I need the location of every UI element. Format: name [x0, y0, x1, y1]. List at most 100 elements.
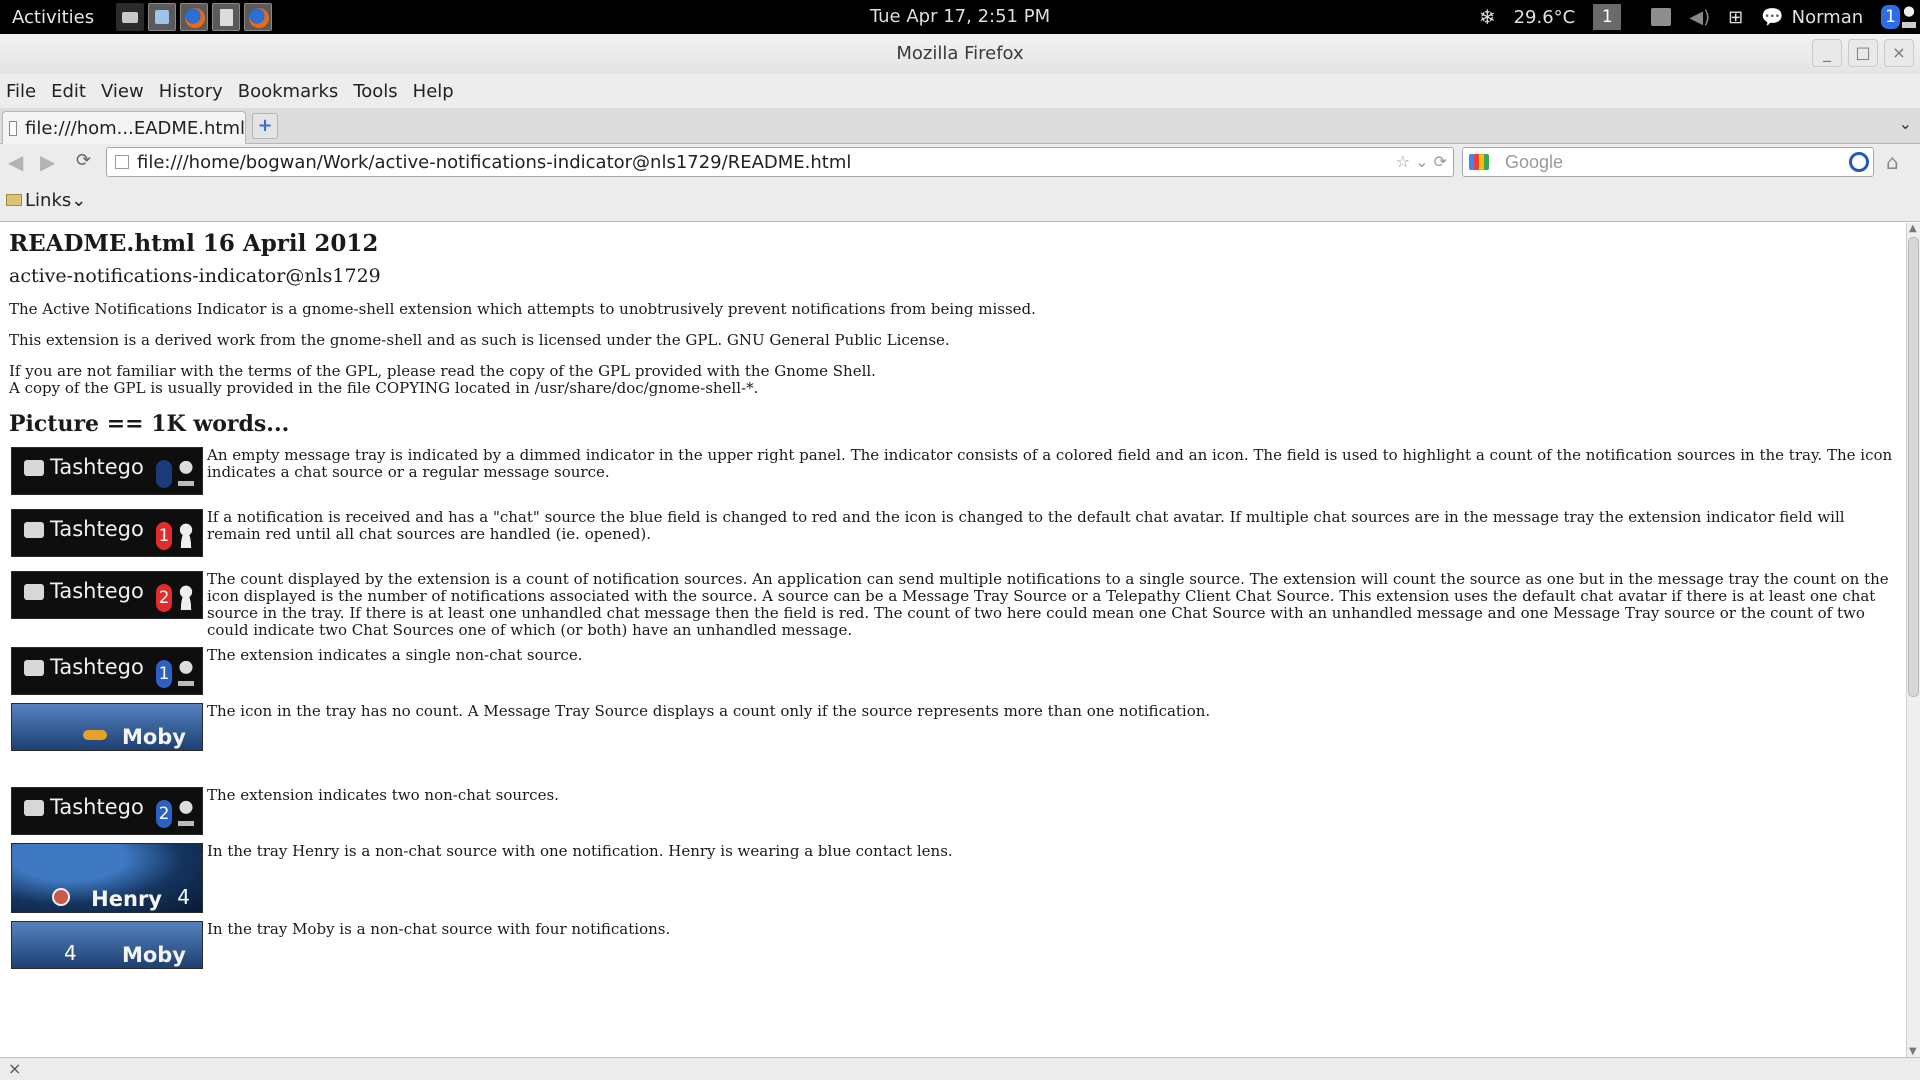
menu-tools[interactable]: Tools: [353, 81, 397, 102]
menu-view[interactable]: View: [101, 81, 144, 102]
menu-edit[interactable]: Edit: [51, 81, 86, 102]
indicator-count: 2: [156, 800, 172, 828]
home-icon[interactable]: ⌂: [1886, 150, 1899, 174]
bookmark-folder-links[interactable]: Links⌄: [6, 190, 86, 211]
back-icon[interactable]: ◀: [8, 150, 23, 174]
firefox-taskbar-icon[interactable]: [180, 3, 209, 31]
weather-icon[interactable]: ❄: [1479, 5, 1496, 29]
fish-icon: [83, 730, 107, 740]
indicator-count: 1: [156, 660, 172, 688]
text-editor-taskbar-icon[interactable]: [212, 3, 241, 31]
bulb-icon: [178, 800, 194, 826]
scroll-down-icon[interactable]: ▼: [1909, 1046, 1917, 1057]
search-input[interactable]: [1505, 151, 1845, 173]
folder-icon: [1651, 8, 1672, 26]
menu-bookmarks[interactable]: Bookmarks: [238, 81, 339, 102]
activities-button[interactable]: Activities: [12, 7, 94, 28]
go-icon[interactable]: ⟳: [1434, 152, 1447, 171]
bookmarks-toolbar: Links⌄: [0, 180, 1920, 222]
search-icon[interactable]: [1849, 152, 1869, 172]
bookmark-folder-label: Links: [25, 190, 72, 211]
license-paragraph: This extension is a derived work from th…: [9, 331, 950, 349]
forward-icon[interactable]: ▶: [40, 150, 55, 174]
example-row: Tashtego 2 The count displayed by the ex…: [9, 571, 1896, 639]
page-icon: [9, 120, 18, 136]
close-addon-bar-icon[interactable]: ×: [8, 1059, 21, 1078]
temperature-readout[interactable]: 29.6°C: [1514, 7, 1576, 28]
indicator-field: [156, 460, 172, 488]
workspace-indicator[interactable]: 1: [1593, 4, 1622, 30]
folder-icon: [6, 194, 22, 206]
window-titlebar: Mozilla Firefox _ □ ×: [0, 34, 1920, 74]
places-icon[interactable]: [1651, 8, 1672, 26]
panel-status-area: ❄ 29.6°C 1 ◀) ⊞ 💬 Norman 1: [1479, 0, 1920, 34]
bookmark-star-icon[interactable]: ☆: [1396, 152, 1410, 171]
url-bar[interactable]: file:///home/bogwan/Work/active-notifica…: [106, 147, 1454, 177]
navigation-toolbar: ◀ ▶ ⟳ file:///home/bogwan/Work/active-no…: [0, 144, 1920, 180]
menu-history[interactable]: History: [159, 81, 223, 102]
firefox-icon: [185, 8, 206, 28]
intro-paragraph: The Active Notifications Indicator is a …: [9, 300, 1036, 318]
tray-count: 4: [64, 941, 77, 965]
image-label: Tashtego: [50, 517, 144, 541]
window-title: Mozilla Firefox: [896, 43, 1024, 64]
firefox-icon: [249, 8, 270, 28]
site-identity-icon[interactable]: [115, 155, 129, 169]
url-bar-icons: ☆ ⌄ ⟳: [1396, 152, 1447, 171]
firefox-taskbar-icon-2[interactable]: [244, 3, 273, 31]
notification-indicator[interactable]: 1: [1881, 5, 1916, 29]
image-label: Moby: [121, 943, 186, 967]
google-engine-icon[interactable]: [1469, 154, 1489, 170]
example-text: If a notification is received and has a …: [207, 509, 1845, 543]
network-icon[interactable]: ⊞: [1728, 7, 1743, 28]
user-menu[interactable]: 💬 Norman: [1761, 7, 1863, 28]
page-heading: README.html 16 April 2012: [9, 230, 379, 257]
example-image: Tashtego 1: [11, 647, 203, 695]
minimize-button[interactable]: _: [1812, 39, 1842, 67]
reload-icon[interactable]: ⟳: [76, 150, 91, 171]
chat-bubble-icon: [24, 522, 44, 538]
gpl-line-1: If you are not familiar with the terms o…: [9, 362, 876, 380]
example-image: Tashtego 2: [11, 787, 203, 835]
menu-help[interactable]: Help: [413, 81, 454, 102]
example-image: Tashtego 1: [11, 509, 203, 557]
example-text: The icon in the tray has no count. A Mes…: [207, 703, 1211, 720]
addon-bar: ×: [0, 1057, 1920, 1080]
bulb-icon: [178, 660, 194, 686]
image-label: Tashtego: [50, 795, 144, 819]
page-subheading: active-notifications-indicator@nls1729: [9, 265, 381, 287]
example-text: The count displayed by the extension is …: [207, 571, 1889, 639]
example-row: Tashtego 1 The extension indicates a sin…: [9, 647, 1896, 701]
example-row: Tashtego 2 The extension indicates two n…: [9, 787, 1896, 841]
window-taskbar-icon[interactable]: [148, 3, 177, 31]
chat-avatar-icon: [178, 584, 194, 610]
example-image: Tashtego 2: [11, 571, 203, 619]
example-row: Henry 4 In the tray Henry is a non-chat …: [9, 843, 1896, 919]
example-image: Moby: [11, 703, 203, 751]
example-image: Henry 4: [11, 843, 203, 913]
tab-list-button[interactable]: ⌄: [1899, 114, 1912, 133]
example-row: Moby The icon in the tray has no count. …: [9, 703, 1896, 757]
files-taskbar-icon[interactable]: [116, 3, 145, 31]
menu-file[interactable]: File: [6, 81, 36, 102]
example-row: 4 Moby In the tray Moby is a non-chat so…: [9, 921, 1896, 975]
tab-readme[interactable]: file:///hom...EADME.html: [2, 111, 246, 144]
chat-bubble-icon: [24, 660, 44, 676]
example-text: In the tray Moby is a non-chat source wi…: [207, 921, 671, 938]
chat-bubble-icon: [24, 800, 44, 816]
example-text: In the tray Henry is a non-chat source w…: [207, 843, 953, 860]
close-window-button[interactable]: ×: [1884, 39, 1914, 67]
history-dropdown-icon[interactable]: ⌄: [1415, 152, 1428, 171]
gpl-line-2: A copy of the GPL is usually provided in…: [9, 379, 759, 397]
page-scrollbar[interactable]: ▲ ▼: [1906, 223, 1920, 1057]
scroll-thumb[interactable]: [1908, 237, 1919, 697]
scroll-up-icon[interactable]: ▲: [1909, 223, 1917, 234]
url-text[interactable]: file:///home/bogwan/Work/active-notifica…: [137, 152, 851, 173]
new-tab-button[interactable]: +: [252, 113, 278, 139]
maximize-button[interactable]: □: [1848, 39, 1878, 67]
chevron-down-icon: ⌄: [71, 190, 87, 211]
henry-avatar-icon: [52, 888, 70, 906]
volume-icon[interactable]: ◀): [1689, 7, 1710, 28]
image-label: Tashtego: [50, 579, 144, 603]
bulb-icon: [1902, 6, 1916, 28]
